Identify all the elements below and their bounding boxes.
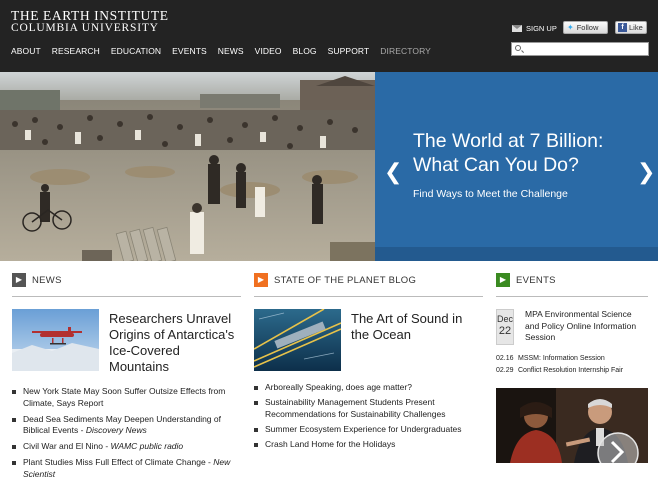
main-nav: ABOUT RESEARCH EDUCATION EVENTS NEWS VID… — [11, 46, 442, 56]
signup-link[interactable]: SIGN UP — [512, 24, 557, 33]
facebook-like-button[interactable]: f Like — [615, 21, 647, 34]
blog-item[interactable]: Summer Ecosystem Experience for Undergra… — [254, 424, 483, 436]
news-item[interactable]: Plant Studies Miss Full Effect of Climat… — [12, 457, 241, 478]
event-title: Conflict Resolution Internship Fair — [518, 367, 624, 374]
mail-icon — [512, 25, 522, 32]
event-title: MSSM: Information Session — [518, 355, 605, 362]
blog-divider — [254, 296, 483, 297]
events-heading[interactable]: EVENTS — [516, 275, 556, 286]
events-arrow-icon: ▶ — [496, 273, 510, 287]
event-item[interactable]: 02.16 MSSM: Information Session — [496, 355, 648, 362]
event-date: 02.16 — [496, 355, 514, 362]
nav-news[interactable]: NEWS — [218, 46, 244, 56]
blog-feature: The Art of Sound in the Ocean — [254, 309, 483, 371]
nav-directory[interactable]: DIRECTORY — [380, 46, 431, 56]
carousel-prev-arrow-icon[interactable]: ❮ — [384, 162, 402, 184]
blog-section: ▶ STATE OF THE PLANET BLOG The Art of So… — [254, 273, 483, 454]
news-section: ▶ NEWS Researchers Unravel Origins of An… — [12, 273, 241, 478]
events-header: ▶ EVENTS — [496, 273, 648, 287]
facebook-icon: f — [618, 23, 627, 32]
nav-video[interactable]: VIDEO — [255, 46, 282, 56]
blog-feature-title[interactable]: The Art of Sound in the Ocean — [351, 311, 483, 371]
event-date: 02.29 — [496, 367, 514, 374]
twitter-bird-icon: ✦ — [567, 23, 574, 32]
hero-title[interactable]: The World at 7 Billion: What Can You Do? — [413, 129, 643, 177]
news-item-text: Civil War and El Nino - — [23, 441, 111, 451]
nav-events[interactable]: EVENTS — [172, 46, 207, 56]
nav-blog[interactable]: BLOG — [293, 46, 317, 56]
blog-item[interactable]: Crash Land Home for the Holidays — [254, 439, 483, 451]
events-divider — [496, 296, 648, 297]
news-item-source: WAMC public radio — [110, 441, 184, 451]
search-icon — [515, 45, 521, 51]
earth-institute-logo[interactable]: THE EARTH INSTITUTE COLUMBIA UNIVERSITY — [11, 9, 169, 34]
hero-carousel: The World at 7 Billion: What Can You Do?… — [0, 72, 658, 261]
events-list: 02.16 MSSM: Information Session 02.29 Co… — [496, 355, 648, 374]
hero-caption-panel[interactable]: The World at 7 Billion: What Can You Do?… — [375, 72, 658, 261]
news-feature-title[interactable]: Researchers Unravel Origins of Antarctic… — [109, 311, 241, 375]
events-video-thumbnail[interactable] — [496, 388, 648, 463]
hero-panel-strip — [375, 247, 658, 261]
carousel-next-arrow-icon[interactable]: ❯ — [637, 162, 655, 184]
logo-line-1: THE EARTH INSTITUTE — [11, 8, 169, 23]
blog-item[interactable]: Sustainability Management Students Prese… — [254, 397, 483, 420]
events-feature: Dec 22 MPA Environmental Science and Pol… — [496, 309, 648, 345]
news-header: ▶ NEWS — [12, 273, 241, 287]
signup-label: SIGN UP — [526, 24, 557, 33]
calendar-date-badge: Dec 22 — [496, 309, 515, 345]
events-section: ▶ EVENTS Dec 22 MPA Environmental Scienc… — [496, 273, 648, 463]
twitter-follow-button[interactable]: ✦ Follow — [563, 21, 608, 34]
hero-photo-crowd-market[interactable] — [0, 72, 375, 261]
news-item[interactable]: Dead Sea Sediments May Deepen Understand… — [12, 414, 241, 437]
news-arrow-icon: ▶ — [12, 273, 26, 287]
blog-list: Arboreally Speaking, does age matter? Su… — [254, 382, 483, 450]
nav-research[interactable]: RESEARCH — [52, 46, 100, 56]
news-divider — [12, 296, 241, 297]
blog-item[interactable]: Arboreally Speaking, does age matter? — [254, 382, 483, 394]
twitter-follow-label: Follow — [576, 23, 599, 32]
nav-support[interactable]: SUPPORT — [328, 46, 370, 56]
calendar-month: Dec — [497, 314, 514, 324]
logo-line-2: COLUMBIA UNIVERSITY — [11, 22, 159, 34]
nav-about[interactable]: ABOUT — [11, 46, 41, 56]
news-feature: Researchers Unravel Origins of Antarctic… — [12, 309, 241, 375]
news-heading[interactable]: NEWS — [32, 275, 62, 286]
events-feature-title[interactable]: MPA Environmental Science and Policy Onl… — [525, 309, 648, 345]
event-item[interactable]: 02.29 Conflict Resolution Internship Fai… — [496, 367, 648, 374]
news-item-source: Discovery News — [85, 425, 147, 435]
blog-arrow-icon: ▶ — [254, 273, 268, 287]
nav-education[interactable]: EDUCATION — [111, 46, 161, 56]
blog-feature-thumbnail[interactable] — [254, 309, 341, 371]
news-feature-thumbnail[interactable] — [12, 309, 99, 371]
blog-heading[interactable]: STATE OF THE PLANET BLOG — [274, 275, 416, 286]
blog-header: ▶ STATE OF THE PLANET BLOG — [254, 273, 483, 287]
search-input[interactable] — [524, 43, 646, 55]
news-item[interactable]: Civil War and El Nino - WAMC public radi… — [12, 441, 241, 453]
site-header: THE EARTH INSTITUTE COLUMBIA UNIVERSITY … — [0, 0, 658, 72]
news-item[interactable]: New York State May Soon Suffer Outsize E… — [12, 386, 241, 409]
calendar-day: 22 — [498, 325, 512, 337]
news-item-text: New York State May Soon Suffer Outsize E… — [23, 386, 226, 408]
search-box — [511, 42, 649, 56]
facebook-like-label: Like — [629, 23, 643, 32]
news-item-text: Plant Studies Miss Full Effect of Climat… — [23, 457, 214, 467]
hero-subtitle-link[interactable]: Find Ways to Meet the Challenge — [413, 188, 568, 200]
news-list: New York State May Soon Suffer Outsize E… — [12, 386, 241, 478]
